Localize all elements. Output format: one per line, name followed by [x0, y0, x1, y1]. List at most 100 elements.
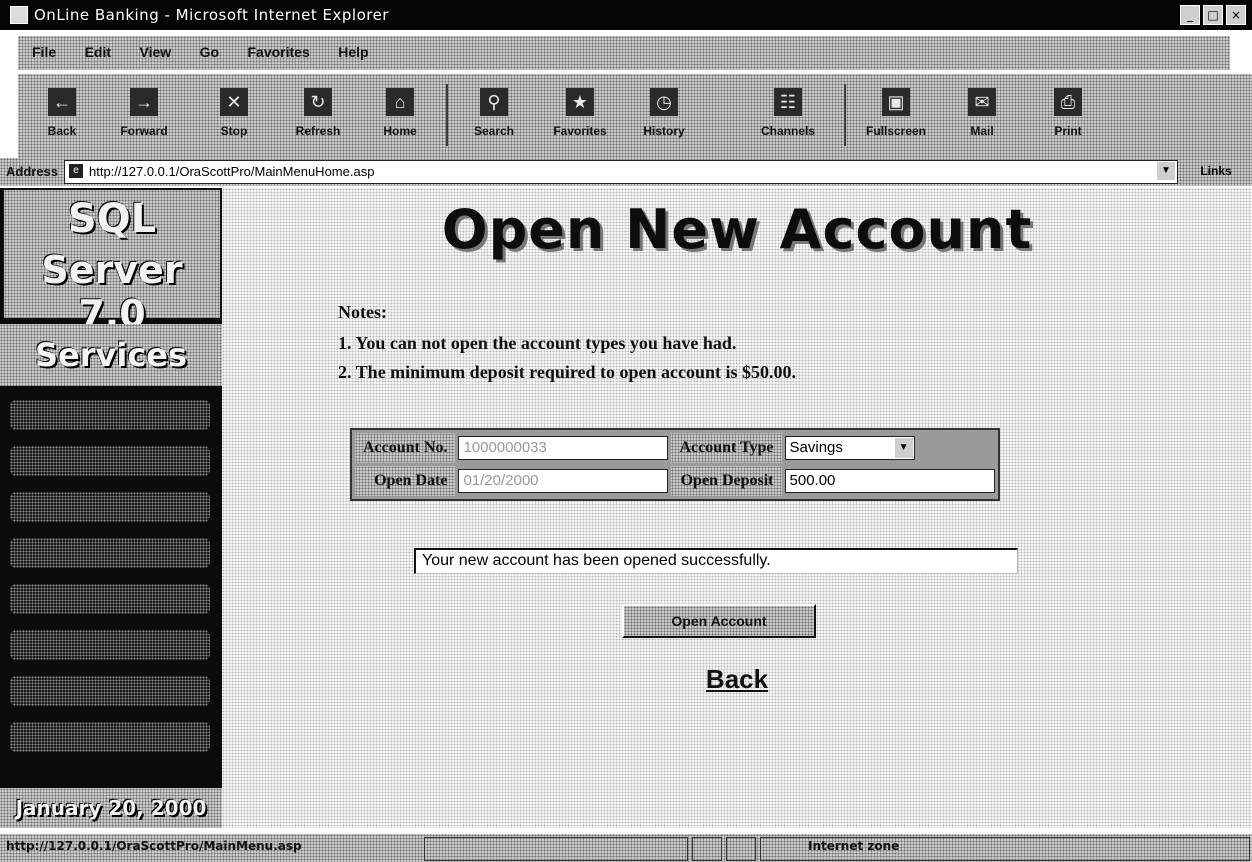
- mail-icon: ✉: [968, 88, 996, 116]
- print-button-label: Print: [1054, 124, 1082, 138]
- page-title: Open New Account: [441, 198, 1033, 261]
- status-pane: [692, 837, 722, 861]
- menu-view[interactable]: View: [139, 44, 171, 60]
- menu-help[interactable]: Help: [338, 44, 368, 60]
- minimize-button[interactable]: _: [1180, 5, 1200, 25]
- favorites-icon: ★: [566, 88, 594, 116]
- menu-bar: File Edit View Go Favorites Help: [18, 36, 1230, 70]
- stop-icon: ✕: [220, 88, 248, 116]
- account-type-value: Savings: [789, 439, 843, 456]
- back-button-label: Back: [47, 124, 77, 138]
- close-button[interactable]: ×: [1226, 5, 1246, 25]
- status-bar: http://127.0.0.1/OraScottPro/MainMenu.as…: [0, 834, 1252, 862]
- sidebar-nav-item[interactable]: [10, 400, 210, 430]
- account-no-field[interactable]: 1000000033: [458, 436, 669, 460]
- sidebar-nav-item[interactable]: [10, 630, 210, 660]
- browser-toolbar: ← Back → Forward ✕ Stop ↻ Refresh ⌂ Home…: [18, 74, 1252, 158]
- window-title-bar: OnLine Banking - Microsoft Internet Expl…: [0, 0, 1252, 30]
- address-input[interactable]: e http://127.0.0.1/OraScottPro/MainMenuH…: [64, 160, 1178, 184]
- home-button-label: Home: [383, 124, 417, 138]
- account-no-label: Account No.: [355, 433, 456, 463]
- status-pane: [726, 837, 756, 861]
- open-date-field[interactable]: 01/20/2000: [458, 469, 669, 493]
- menu-favorites[interactable]: Favorites: [248, 44, 310, 60]
- note-item: 2. The minimum deposit required to open …: [338, 362, 797, 382]
- sidebar: SQL Server 7.0 Services January 20, 2000: [0, 188, 222, 828]
- menu-file[interactable]: File: [32, 44, 56, 60]
- fullscreen-button-label: Fullscreen: [865, 124, 927, 138]
- status-pane: [424, 837, 688, 861]
- search-button-label: Search: [473, 124, 515, 138]
- open-account-button[interactable]: Open Account: [622, 604, 816, 638]
- page-icon: e: [69, 164, 83, 178]
- notes-title: Notes:: [338, 302, 387, 322]
- refresh-button[interactable]: ↻ Refresh: [278, 82, 358, 150]
- forward-button[interactable]: → Forward: [104, 82, 184, 150]
- links-button[interactable]: Links: [1186, 161, 1246, 181]
- main-content: Open New Account Notes: 1. You can not o…: [222, 188, 1252, 828]
- date-text: January 20, 2000: [15, 796, 207, 820]
- account-type-select[interactable]: Savings ▼: [784, 436, 915, 460]
- sidebar-nav-item[interactable]: [10, 446, 210, 476]
- stop-button-label: Stop: [220, 124, 248, 138]
- channels-button-label: Channels: [760, 124, 815, 138]
- notes-section: Notes: 1. You can not open the account t…: [338, 302, 796, 391]
- chevron-down-icon[interactable]: ▼: [1157, 162, 1175, 180]
- address-label: Address: [6, 164, 59, 179]
- account-type-label: Account Type: [671, 433, 782, 463]
- fullscreen-icon: ▣: [882, 88, 910, 116]
- print-icon: ⎙: [1054, 88, 1082, 116]
- current-date: January 20, 2000: [0, 788, 222, 828]
- home-icon: ⌂: [386, 88, 414, 116]
- history-button[interactable]: ◷ History: [624, 82, 704, 150]
- status-text: http://127.0.0.1/OraScottPro/MainMenu.as…: [6, 839, 302, 853]
- address-url: http://127.0.0.1/OraScottPro/MainMenuHom…: [89, 164, 375, 179]
- sidebar-nav-item[interactable]: [10, 492, 210, 522]
- open-deposit-label: Open Deposit: [671, 466, 782, 496]
- sidebar-nav-item[interactable]: [10, 538, 210, 568]
- channels-icon: ☷: [774, 88, 802, 116]
- mail-button-label: Mail: [970, 124, 994, 138]
- forward-button-label: Forward: [120, 124, 168, 138]
- internet-zone-label: Internet zone: [808, 839, 900, 853]
- sidebar-nav-item[interactable]: [10, 584, 210, 614]
- maximize-button[interactable]: □: [1203, 5, 1223, 25]
- window-title: OnLine Banking - Microsoft Internet Expl…: [34, 6, 389, 24]
- refresh-icon: ↻: [304, 88, 332, 116]
- brand-line-2: Server 7.0: [41, 248, 183, 336]
- note-item: 1. You can not open the account types yo…: [338, 333, 737, 353]
- back-link[interactable]: Back: [222, 664, 1252, 695]
- sidebar-nav-item[interactable]: [10, 722, 210, 752]
- ie-app-icon: [10, 6, 28, 24]
- brand-line-1: SQL: [67, 196, 157, 242]
- open-deposit-field[interactable]: 500.00: [784, 469, 995, 493]
- print-button[interactable]: ⎙ Print: [1028, 82, 1108, 150]
- status-message-field[interactable]: Your new account has been opened success…: [414, 548, 1018, 574]
- toolbar-separator: [844, 84, 846, 146]
- favorites-button[interactable]: ★ Favorites: [540, 82, 620, 150]
- account-form-table: Account No. 1000000033 Account Type Savi…: [350, 428, 1000, 501]
- toolbar-separator: [446, 84, 448, 146]
- menu-go[interactable]: Go: [200, 44, 219, 60]
- services-header: Services: [0, 324, 222, 386]
- home-button[interactable]: ⌂ Home: [360, 82, 440, 150]
- search-icon: ⚲: [480, 88, 508, 116]
- back-button[interactable]: ← Back: [22, 82, 102, 150]
- fullscreen-button[interactable]: ▣ Fullscreen: [856, 82, 936, 150]
- channels-button[interactable]: ☷ Channels: [748, 82, 828, 150]
- history-icon: ◷: [650, 88, 678, 116]
- stop-button[interactable]: ✕ Stop: [194, 82, 274, 150]
- search-button[interactable]: ⚲ Search: [454, 82, 534, 150]
- favorites-button-label: Favorites: [553, 124, 607, 138]
- chevron-down-icon[interactable]: ▼: [894, 438, 913, 458]
- menu-edit[interactable]: Edit: [85, 44, 111, 60]
- refresh-button-label: Refresh: [295, 124, 341, 138]
- mail-button[interactable]: ✉ Mail: [942, 82, 1022, 150]
- forward-arrow-icon: →: [130, 88, 158, 116]
- back-arrow-icon: ←: [48, 88, 76, 116]
- history-button-label: History: [643, 124, 685, 138]
- sidebar-nav: [0, 388, 222, 788]
- services-title: Services: [34, 336, 188, 374]
- address-bar: Address e http://127.0.0.1/OraScottPro/M…: [0, 158, 1252, 186]
- sidebar-nav-item[interactable]: [10, 676, 210, 706]
